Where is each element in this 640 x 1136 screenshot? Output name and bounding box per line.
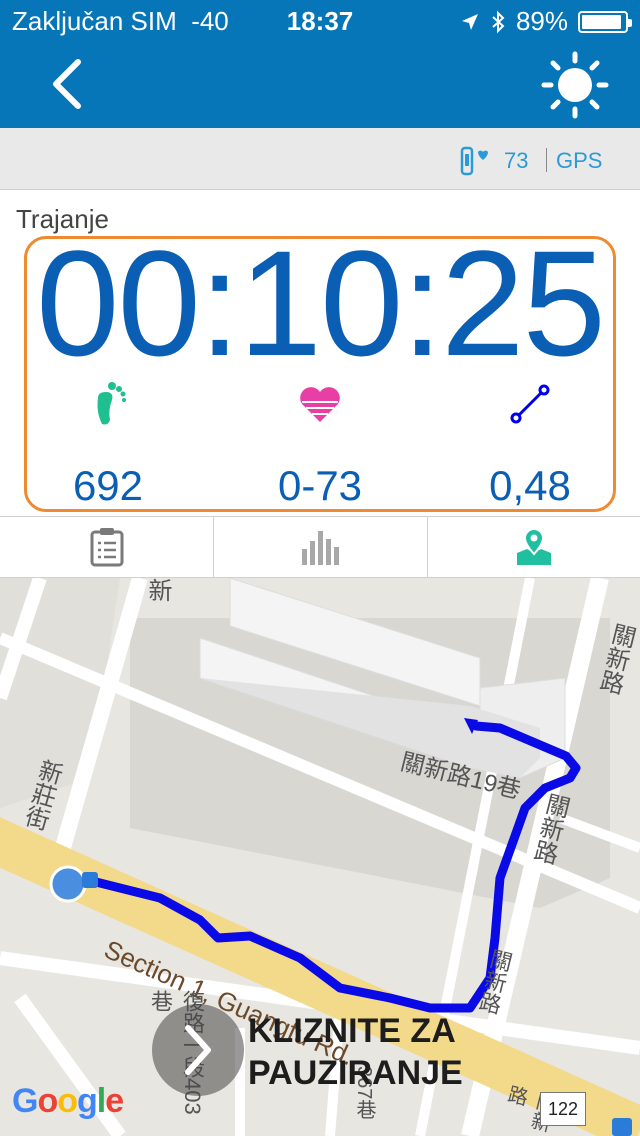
tab-chart[interactable] bbox=[213, 517, 426, 577]
road-number-sign: 122 bbox=[540, 1092, 586, 1126]
heart-rate-range-value: 0-73 bbox=[277, 462, 363, 509]
bluetooth-icon bbox=[492, 10, 505, 33]
google-logo: Google bbox=[12, 1082, 124, 1120]
device-status-bar: 73 GPS bbox=[0, 128, 640, 190]
brightness-button[interactable] bbox=[540, 50, 610, 120]
sun-icon bbox=[541, 51, 609, 119]
gps-status: GPS bbox=[556, 148, 603, 173]
distance-value: 0,48 bbox=[489, 462, 571, 509]
watch-heart-icon bbox=[460, 146, 488, 176]
battery-percent: 89% bbox=[515, 6, 568, 36]
chevron-right-icon bbox=[185, 1025, 211, 1075]
heart-rate-value: 73 bbox=[504, 148, 529, 173]
divider bbox=[546, 148, 547, 172]
steps-value: 692 bbox=[72, 462, 144, 509]
battery-icon bbox=[578, 10, 632, 33]
tab-bar bbox=[0, 516, 640, 578]
route-icon bbox=[510, 384, 550, 424]
back-button[interactable] bbox=[40, 56, 96, 112]
nav-bar bbox=[0, 40, 640, 128]
slide-to-pause-handle[interactable] bbox=[152, 1004, 244, 1096]
status-bar: Zaključan SIM -40 18:37 89% bbox=[0, 0, 640, 40]
tab-map[interactable] bbox=[427, 517, 640, 577]
bar-chart-icon bbox=[302, 531, 339, 565]
location-arrow-icon bbox=[461, 13, 478, 30]
footprint-icon bbox=[97, 382, 126, 425]
clipboard-icon bbox=[90, 528, 123, 567]
duration-timer: 00:10:25 bbox=[36, 219, 606, 387]
slide-to-pause-label: KLIZNITE ZA PAUZIRANJE bbox=[248, 1012, 463, 1092]
street-label: 新 bbox=[144, 578, 171, 602]
tab-summary[interactable] bbox=[0, 517, 213, 577]
chevron-left-icon bbox=[53, 59, 81, 109]
map-pin-icon bbox=[517, 527, 551, 565]
heart-icon bbox=[300, 387, 340, 422]
